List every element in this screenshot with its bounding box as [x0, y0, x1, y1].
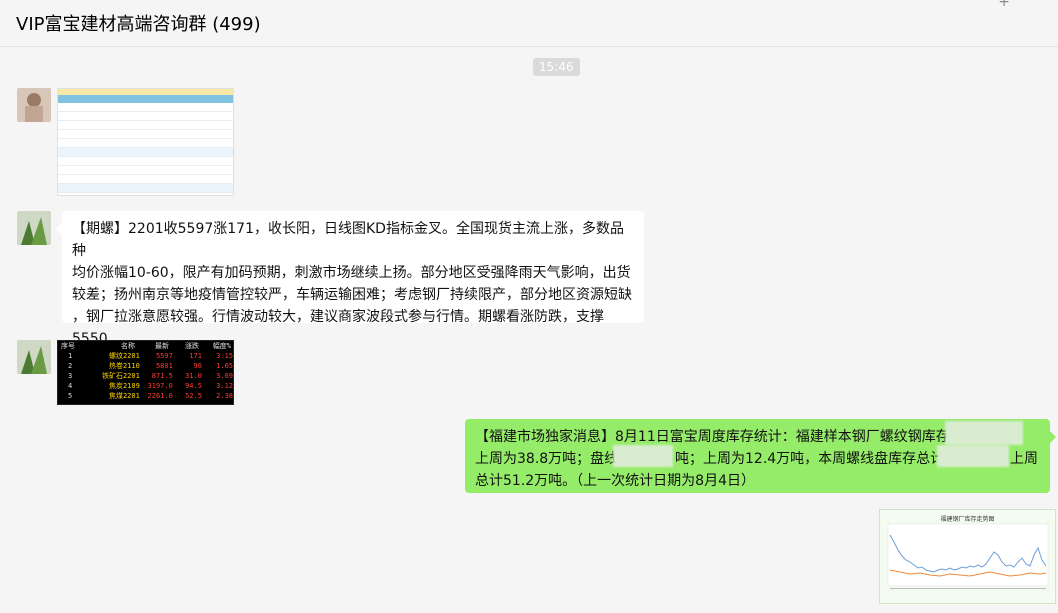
quote-row: 1 螺纹2201 5597 171 3.15: [58, 351, 233, 361]
message-segment: 【福建市场独家消息】8月11日富宝周度库存统计：福建样本钢厂螺纹钢库存: [475, 429, 950, 445]
quote-cell: 5801: [155, 362, 173, 370]
quote-header: 序号 名称 最新 涨跌 幅度%: [58, 341, 233, 351]
redacted-region: [613, 445, 673, 467]
quote-cell: 2261.0: [147, 392, 173, 400]
quote-cell: 3: [68, 372, 73, 380]
quote-row: 3 铁矿石2201 871.5 31.0 3.69: [58, 371, 233, 381]
table-image-message[interactable]: [57, 88, 234, 196]
message-line: 较差；扬州南京等地疫情管控较严，车辆运输困难；考虑钢厂持续限产，部分地区资源短缺: [72, 287, 632, 303]
quote-cell: 5597: [155, 352, 173, 360]
quote-cell: 52.5: [185, 392, 202, 400]
avatar[interactable]: [17, 340, 51, 374]
quote-cell: 焦炭2109: [108, 382, 140, 390]
message-line: 【期螺】2201收5597涨171，收长阳，日线图KD指标金叉。全国现货主流上涨…: [72, 221, 624, 259]
quote-cell: 1.65: [216, 362, 234, 370]
message-segment: 吨；上周为12.4万吨，本周螺线盘库存总计: [675, 451, 945, 467]
quote-cell: 3.15: [216, 352, 234, 360]
chat-title: VIP富宝建材高端咨询群 (499): [16, 14, 261, 35]
chart-image-message[interactable]: 福建钢厂库存走势图: [879, 509, 1056, 604]
chat-header: VIP富宝建材高端咨询群 (499) +: [0, 0, 1058, 47]
quote-cell: 31.0: [185, 372, 202, 380]
quote-header-cell: 最新: [155, 342, 169, 350]
message-line: 均价涨幅10-60，限产有加码预期，刺激市场继续上扬。部分地区受强降雨天气影响，…: [72, 265, 631, 281]
quote-cell: 焦煤2201: [108, 392, 140, 400]
quote-cell: 4: [68, 382, 73, 390]
quote-header-cell: 幅度%: [212, 342, 231, 350]
quote-cell: 1: [68, 352, 73, 360]
quote-header-cell: 涨跌: [185, 342, 199, 350]
message-segment: 总计51.2万吨。（上一次统计日期为8月4日）: [475, 473, 755, 489]
quote-row: 4 焦炭2109 3197.0 94.5 3.12: [58, 381, 233, 391]
quote-cell: 871.5: [151, 372, 173, 380]
time-divider: 15:46: [533, 58, 580, 76]
chart-image-plot: [887, 523, 1049, 589]
quote-cell: 3197.0: [147, 382, 173, 390]
quote-cell: 96: [193, 362, 202, 370]
quote-cell: 热卷2110: [108, 362, 140, 370]
quote-cell: 3.12: [216, 382, 234, 390]
message-segment: 上周: [1010, 451, 1038, 467]
message-segment: 上周为38.8万吨；盘线: [475, 451, 619, 467]
quote-image-message[interactable]: 序号 名称 最新 涨跌 幅度% 1 螺纹2201 5597 171 3.15 2…: [57, 340, 234, 405]
quote-cell: 5: [68, 392, 73, 400]
text-message[interactable]: 【期螺】2201收5597涨171，收长阳，日线图KD指标金叉。全国现货主流上涨…: [56, 211, 644, 369]
redacted-region: [937, 445, 1009, 467]
quote-row: 2 热卷2110 5801 96 1.65: [58, 361, 233, 371]
quote-cell: 3.69: [216, 372, 234, 380]
quote-header-cell: 名称: [121, 342, 135, 350]
quote-cell: 94.5: [185, 382, 202, 390]
quote-table: 序号 名称 最新 涨跌 幅度% 1 螺纹2201 5597 171 3.15 2…: [58, 341, 233, 404]
quote-cell: 2.38: [216, 392, 234, 400]
avatar[interactable]: [17, 211, 51, 245]
avatar[interactable]: [17, 88, 51, 122]
quote-cell: 171: [189, 352, 202, 360]
quote-cell: 铁矿石2201: [101, 372, 140, 380]
quote-cell: 2: [68, 362, 73, 370]
more-options-icon[interactable]: +: [998, 0, 1010, 10]
quote-header-cell: 序号: [61, 342, 75, 350]
self-text-message[interactable]: 【福建市场独家消息】8月11日富宝周度库存统计：福建样本钢厂螺纹钢库存 上周为3…: [465, 419, 1056, 493]
chart-image-title: 福建钢厂库存走势图: [940, 516, 995, 523]
quote-cell: 螺纹2201: [108, 352, 140, 360]
redacted-region: [945, 421, 1023, 445]
message-line: 总计51.2万吨。（上一次统计日期为8月4日）: [475, 470, 1040, 492]
quote-row: 5 焦煤2201 2261.0 52.5 2.38: [58, 391, 233, 401]
